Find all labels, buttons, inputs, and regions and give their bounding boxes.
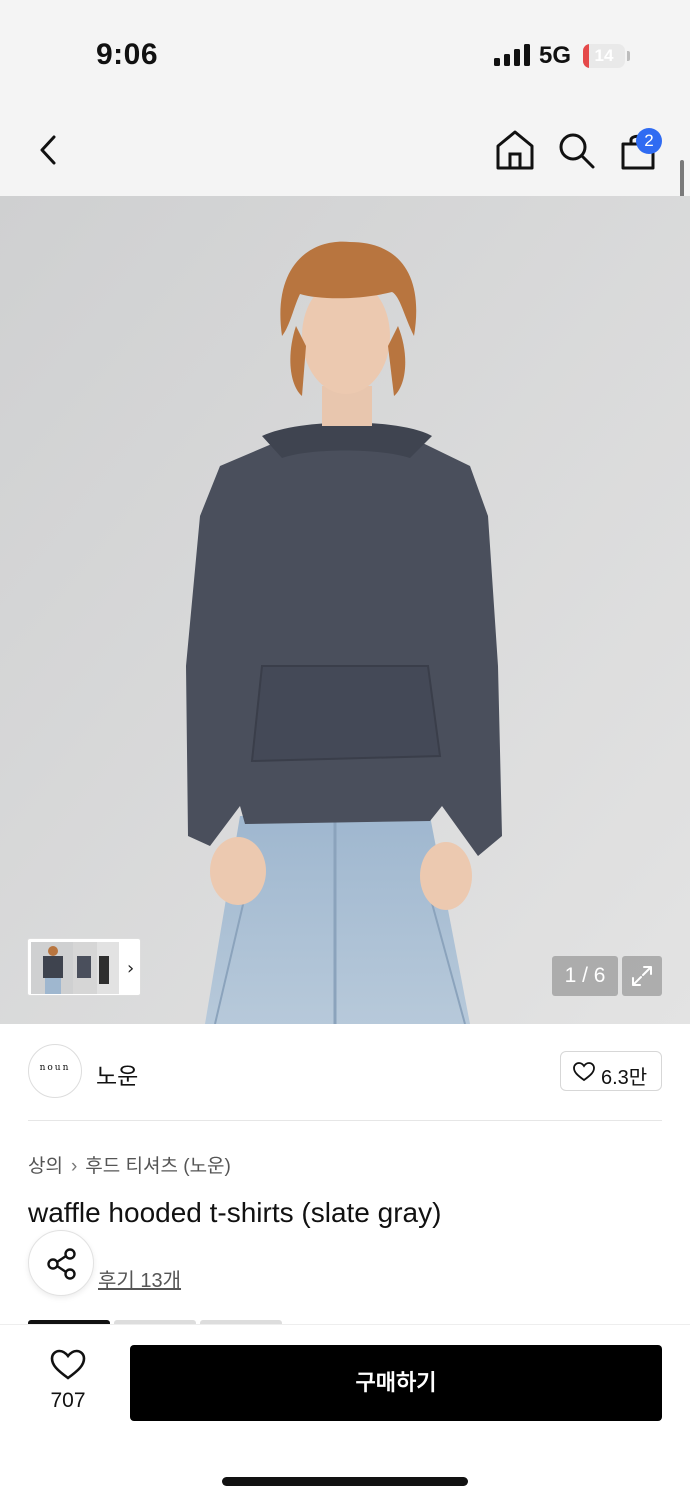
brand-like-button[interactable]: 6.3만	[560, 1051, 662, 1091]
image-counter: 1 / 6	[552, 956, 618, 996]
breadcrumb-separator: ›	[70, 1156, 78, 1177]
brand-like-count: 6.3만	[601, 1067, 648, 1089]
heart-icon	[50, 1349, 86, 1380]
home-icon	[496, 130, 534, 170]
search-icon	[559, 133, 595, 169]
thumbnail-strip[interactable]: ›	[27, 938, 141, 996]
heart-icon	[573, 1062, 595, 1082]
cart-count-badge: 2	[636, 128, 662, 154]
product-image-gallery[interactable]: › 1 / 6	[0, 196, 690, 1024]
home-indicator	[222, 1477, 468, 1486]
status-time: 9:06	[96, 38, 159, 71]
brand-name[interactable]: 노운	[96, 1057, 138, 1091]
wishlist-count: 707	[50, 1389, 86, 1412]
share-icon	[47, 1248, 76, 1280]
battery-icon: 14	[583, 44, 625, 68]
divider	[28, 1120, 662, 1121]
network-type: 5G	[539, 42, 572, 69]
product-title: waffle hooded t-shirts (slate gray)	[28, 1197, 442, 1228]
buy-button[interactable]: 구매하기	[130, 1345, 662, 1421]
breadcrumb-item-subcategory[interactable]: 후드 티셔츠 (노운)	[85, 1156, 231, 1177]
breadcrumb-item-category[interactable]: 상의	[28, 1156, 63, 1177]
top-nav-bar	[0, 110, 690, 196]
back-button[interactable]	[30, 130, 70, 170]
wishlist-button[interactable]	[50, 1349, 86, 1381]
expand-button[interactable]	[622, 956, 662, 996]
battery-level: 14	[594, 46, 614, 65]
product-photo	[0, 196, 690, 1024]
status-bar: 9:06 5G 14	[0, 0, 690, 110]
thumbnail-next-icon: ›	[127, 958, 134, 979]
search-button[interactable]	[556, 130, 596, 170]
reviews-link[interactable]: 후기 13개	[98, 1264, 181, 1293]
chevron-left-icon	[40, 135, 56, 165]
brand-logo-text: noun	[39, 1063, 71, 1073]
brand-logo[interactable]: noun	[28, 1044, 82, 1098]
thumbnail-images: ›	[31, 942, 134, 994]
battery-cap	[627, 51, 630, 61]
breadcrumb: 상의 › 후드 티셔츠 (노운)	[28, 1151, 231, 1178]
expand-icon	[632, 966, 652, 986]
signal-icon	[494, 44, 530, 66]
share-button[interactable]	[28, 1230, 94, 1296]
home-button[interactable]	[494, 128, 536, 172]
